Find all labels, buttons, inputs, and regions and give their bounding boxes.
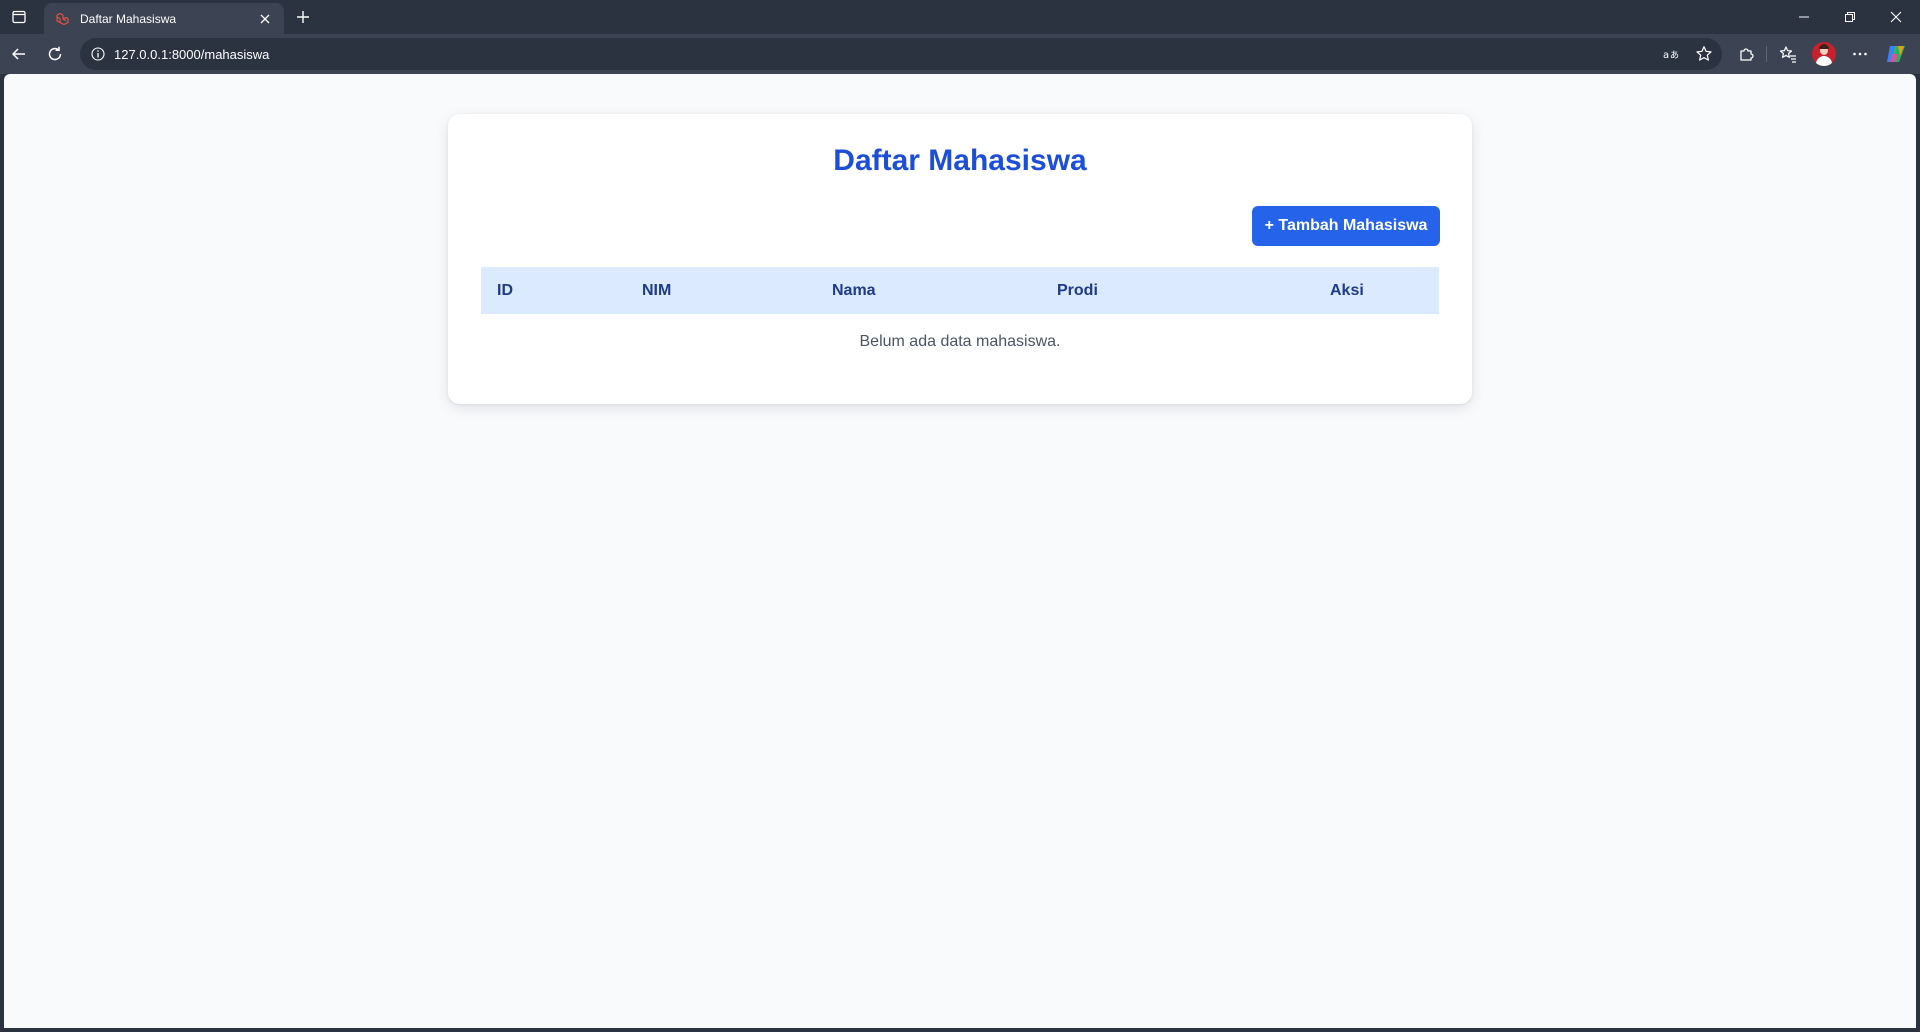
window-close-button[interactable] bbox=[1873, 0, 1919, 34]
tab-close-button[interactable] bbox=[256, 10, 274, 28]
column-header-nama: Nama bbox=[832, 282, 876, 299]
info-icon[interactable] bbox=[82, 38, 114, 70]
refresh-button[interactable] bbox=[41, 40, 69, 68]
empty-table-message: Belum ada data mahasiswa. bbox=[859, 333, 1061, 350]
window-close-icon bbox=[1890, 11, 1902, 23]
read-aloud-icon[interactable]: aあ bbox=[1658, 42, 1686, 66]
svg-text:あ: あ bbox=[1670, 50, 1679, 61]
close-icon bbox=[260, 14, 270, 23]
profile-avatar[interactable] bbox=[1812, 42, 1836, 66]
tab-actions-button[interactable] bbox=[8, 6, 30, 28]
browser-toolbar: 127.0.0.1:8000/mahasiswa aあ bbox=[0, 34, 1920, 74]
mahasiswa-table: ID NIM Nama Prodi Aksi Belum ada data ma… bbox=[481, 267, 1439, 370]
column-header-nim: NIM bbox=[642, 282, 672, 299]
page-title: Daftar Mahasiswa bbox=[833, 144, 1087, 177]
page-viewport: Daftar Mahasiswa + Tambah Mahasiswa ID N… bbox=[4, 74, 1916, 1028]
star-icon[interactable] bbox=[1690, 42, 1718, 66]
favorites-button[interactable] bbox=[1774, 40, 1802, 68]
browser-tab[interactable]: Daftar Mahasiswa bbox=[44, 3, 284, 34]
tab-actions-icon bbox=[12, 10, 26, 24]
address-bar[interactable]: 127.0.0.1:8000/mahasiswa aあ bbox=[80, 38, 1722, 70]
minimize-icon bbox=[1799, 16, 1809, 18]
toolbar-divider bbox=[1766, 46, 1767, 62]
more-icon bbox=[1853, 52, 1867, 56]
plus-icon bbox=[297, 11, 309, 23]
extensions-icon bbox=[1740, 48, 1754, 61]
extensions-button[interactable] bbox=[1733, 40, 1761, 68]
restore-button[interactable] bbox=[1827, 0, 1873, 34]
more-button[interactable] bbox=[1846, 40, 1874, 68]
svg-text:a: a bbox=[1663, 50, 1669, 61]
copilot-icon[interactable] bbox=[1884, 42, 1908, 66]
table-header: ID NIM Nama Prodi Aksi bbox=[481, 267, 1439, 314]
tab-title: Daftar Mahasiswa bbox=[80, 11, 177, 26]
laravel-icon bbox=[54, 11, 70, 27]
column-header-prodi: Prodi bbox=[1057, 282, 1098, 299]
column-header-id: ID bbox=[497, 282, 513, 299]
back-button[interactable] bbox=[5, 40, 33, 68]
refresh-icon bbox=[48, 46, 62, 61]
tab-strip: Daftar Mahasiswa bbox=[0, 0, 1920, 34]
new-tab-button[interactable] bbox=[291, 5, 315, 29]
minimize-button[interactable] bbox=[1781, 0, 1827, 34]
restore-icon bbox=[1845, 12, 1855, 22]
back-icon bbox=[12, 48, 25, 60]
add-mahasiswa-button[interactable]: + Tambah Mahasiswa bbox=[1252, 206, 1440, 246]
favorites-icon bbox=[1779, 46, 1796, 63]
url-text: 127.0.0.1:8000/mahasiswa bbox=[114, 46, 270, 62]
mahasiswa-card: Daftar Mahasiswa + Tambah Mahasiswa ID N… bbox=[448, 114, 1472, 404]
column-header-aksi: Aksi bbox=[1330, 282, 1364, 299]
